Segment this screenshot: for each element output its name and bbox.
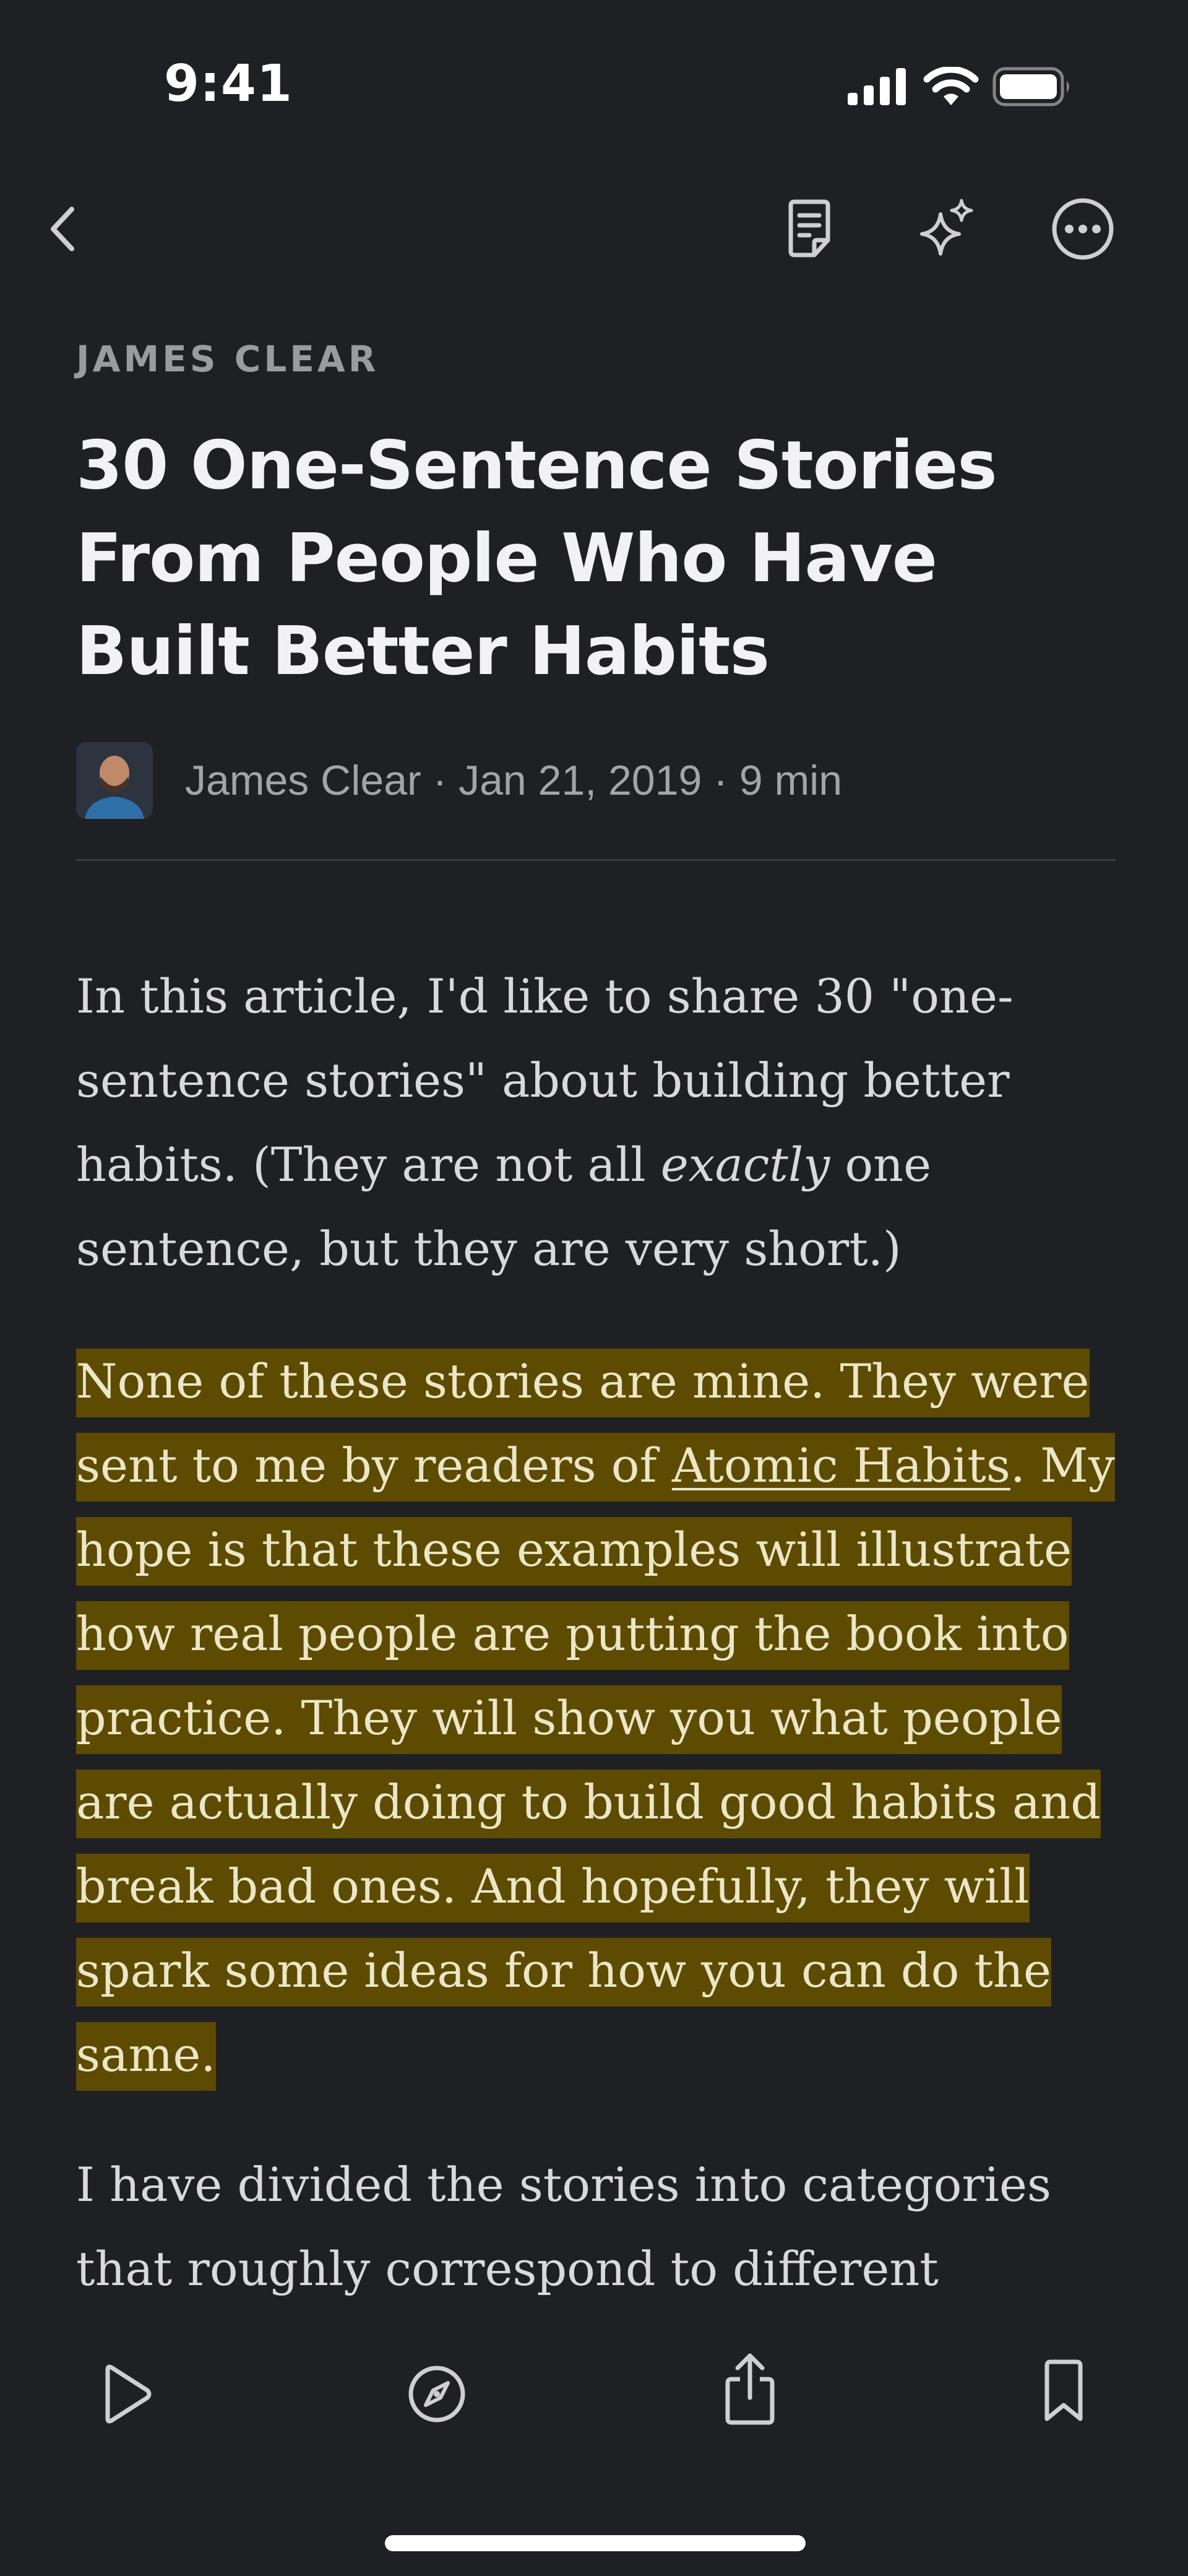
atomic-habits-link[interactable]: Atomic Habits xyxy=(671,1433,1010,1502)
byline-text: James Clear · Jan 21, 2019 · 9 min xyxy=(185,757,843,804)
signal-icon xyxy=(848,68,906,105)
highlight-end[interactable]: . My hope is that these examples will il… xyxy=(76,1433,1115,2091)
article-title: 30 One-Sentence Stories From People Who … xyxy=(76,427,997,690)
wifi-icon xyxy=(923,67,979,105)
status-icons xyxy=(848,67,1073,106)
sparkle-icon[interactable] xyxy=(916,197,978,259)
more-ellipsis-icon[interactable] xyxy=(1051,197,1115,261)
article-body-viewport: In this article, I'd like to share 30 "o… xyxy=(0,928,1188,2327)
top-toolbar xyxy=(0,186,1188,272)
home-indicator[interactable] xyxy=(385,2535,806,2551)
battery-icon xyxy=(992,67,1069,106)
divider xyxy=(76,859,1116,861)
paragraph-intro: In this article, I'd like to share 30 "o… xyxy=(76,954,1116,1291)
compass-icon[interactable] xyxy=(407,2364,467,2424)
bookmark-icon[interactable] xyxy=(1042,2359,1085,2424)
paragraph-categories: I have divided the stories into categori… xyxy=(76,2157,1051,2327)
emphasis-text: exactly xyxy=(660,1137,830,1192)
back-chevron-icon[interactable] xyxy=(45,204,82,254)
document-notes-icon[interactable] xyxy=(785,199,834,259)
bottom-toolbar xyxy=(0,2346,1188,2439)
article-header: JAMES CLEAR 30 One-Sentence Stories From… xyxy=(76,334,1116,861)
article-source[interactable]: JAMES CLEAR xyxy=(76,334,1116,384)
byline: James Clear · Jan 21, 2019 · 9 min xyxy=(76,740,1116,821)
article-body: In this article, I'd like to share 30 "o… xyxy=(76,928,1116,2327)
author-photo xyxy=(76,742,153,819)
share-icon[interactable] xyxy=(724,2352,776,2426)
status-time: 9:41 xyxy=(164,54,293,113)
avatar[interactable] xyxy=(76,742,153,819)
status-bar: 9:41 xyxy=(0,0,1188,155)
play-icon[interactable] xyxy=(99,2363,155,2425)
paragraph-highlighted[interactable]: None of these stories are mine. They wer… xyxy=(76,1339,1116,2097)
